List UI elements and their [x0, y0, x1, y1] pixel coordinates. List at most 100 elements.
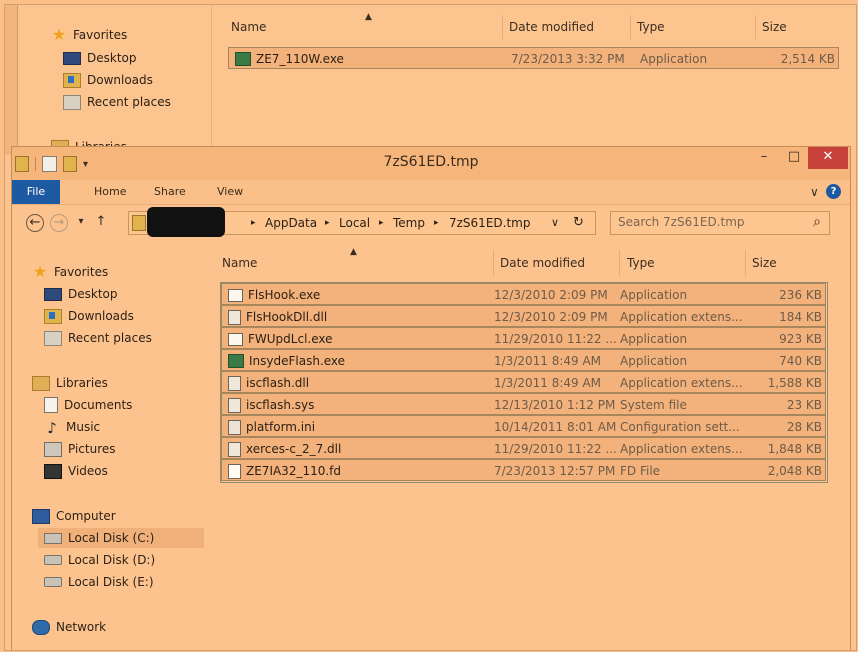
file-name-cell: iscflash.sys [228, 394, 314, 416]
sort-ascending-icon: ▲ [350, 247, 357, 257]
file-type: Application extens... [620, 376, 743, 390]
breadcrumb-current-folder[interactable]: 7zS61ED.tmp [449, 212, 530, 234]
file-date: 11/29/2010 11:22 ... [494, 442, 617, 456]
file-size: 2,048 KB [767, 464, 822, 478]
table-row[interactable]: FWUpdLcl.exe 11/29/2010 11:22 ... Applic… [221, 327, 826, 349]
file-type: Application [620, 288, 688, 302]
breadcrumb-appdata[interactable]: AppData [265, 212, 317, 234]
nav-item-videos[interactable]: Videos [44, 461, 108, 481]
help-icon[interactable]: ? [826, 184, 841, 199]
title-bar[interactable]: ▾ 7zS61ED.tmp – □ ✕ [12, 147, 850, 180]
up-button[interactable]: ↑ [92, 214, 110, 232]
background-explorer-window: ★ Favorites Desktop Downloads Recent pla… [5, 5, 856, 155]
nav-item-recent-places[interactable]: Recent places [44, 328, 152, 348]
nav-item-music[interactable]: ♪ Music [44, 417, 100, 437]
nav-item-local-disk-d[interactable]: Local Disk (D:) [44, 550, 155, 570]
photo-frame: ★ Favorites Desktop Downloads Recent pla… [0, 0, 858, 652]
file-name-cell: xerces-c_2_7.dll [228, 438, 341, 460]
back-nav-favorites[interactable]: ★ Favorites [51, 25, 127, 45]
address-bar-row: ← → ▾ ↑ ▸ AppData ▸ Local ▸ Temp ▸ 7zS61… [12, 205, 850, 241]
search-icon[interactable]: ⌕ [813, 214, 821, 230]
breadcrumb-separator: ▸ [325, 218, 330, 228]
system-drive-icon [44, 532, 62, 544]
navigation-pane: ★ Favorites Desktop Downloads Recent pla… [12, 242, 212, 650]
file-type: Application [640, 52, 708, 66]
table-row[interactable]: FlsHook.exe 12/3/2010 2:09 PM Applicatio… [221, 283, 826, 305]
table-row[interactable]: iscflash.dll 1/3/2011 8:49 AM Applicatio… [221, 371, 826, 393]
nav-item-favorites[interactable]: ★ Favorites [32, 262, 108, 282]
address-dropdown-icon[interactable]: ∨ [551, 212, 559, 234]
dll-gear-icon [228, 309, 241, 325]
file-date: 7/23/2013 3:32 PM [511, 52, 625, 66]
table-row[interactable]: InsydeFlash.exe 1/3/2011 8:49 AM Applica… [221, 349, 826, 371]
music-icon: ♪ [47, 418, 57, 437]
table-row[interactable]: FlsHookDll.dll 12/3/2010 2:09 PM Applica… [221, 305, 826, 327]
column-header-type[interactable]: Type [627, 253, 655, 273]
flash-exe-icon [228, 354, 244, 368]
expand-ribbon-icon[interactable]: ∨ [810, 180, 819, 204]
back-nav-desktop[interactable]: Desktop [63, 48, 137, 68]
back-file-row[interactable]: ZE7_110W.exe 7/23/2013 3:32 PM Applicati… [228, 47, 839, 69]
table-row[interactable]: xerces-c_2_7.dll 11/29/2010 11:22 ... Ap… [221, 437, 826, 459]
file-type: Configuration sett... [620, 420, 740, 434]
address-bar[interactable]: ▸ AppData ▸ Local ▸ Temp ▸ 7zS61ED.tmp ∨… [128, 207, 596, 237]
file-name-cell: FlsHook.exe [228, 284, 320, 306]
back-nav-downloads[interactable]: Downloads [63, 70, 153, 90]
file-date: 12/3/2010 2:09 PM [494, 310, 608, 324]
nav-item-desktop[interactable]: Desktop [44, 284, 118, 304]
tab-home[interactable]: Home [94, 180, 126, 204]
file-name-cell: ZE7_110W.exe [235, 48, 344, 70]
breadcrumb-local[interactable]: Local [339, 212, 370, 234]
tab-file[interactable]: File [12, 180, 60, 204]
nav-item-label: Local Disk (C:) [68, 531, 155, 545]
file-date: 1/3/2011 8:49 AM [494, 354, 602, 368]
nav-item-libraries[interactable]: Libraries [32, 373, 108, 393]
nav-item-downloads[interactable]: Downloads [44, 306, 134, 326]
table-row[interactable]: iscflash.sys 12/13/2010 1:12 PM System f… [221, 393, 826, 415]
search-box[interactable]: Search 7zS61ED.tmp ⌕ [610, 211, 830, 235]
search-input[interactable]: Search 7zS61ED.tmp [618, 215, 745, 229]
column-header-size[interactable]: Size [752, 253, 777, 273]
file-name-cell: InsydeFlash.exe [228, 350, 345, 372]
nav-item-computer[interactable]: Computer [32, 506, 116, 526]
forward-button[interactable]: → [50, 214, 68, 232]
back-nav-label: Downloads [87, 73, 153, 87]
nav-item-network[interactable]: Network [32, 617, 106, 637]
column-divider [493, 250, 494, 276]
nav-item-documents[interactable]: Documents [44, 395, 132, 415]
ribbon: File Home Share View ∨ ? [12, 180, 850, 205]
recent-locations-button[interactable]: ▾ [72, 214, 90, 232]
refresh-icon[interactable]: ↻ [573, 212, 584, 234]
file-size: 236 KB [779, 288, 822, 302]
screen-photo: ★ Favorites Desktop Downloads Recent pla… [4, 4, 857, 651]
column-header-date[interactable]: Date modified [500, 253, 585, 273]
documents-icon [44, 397, 58, 413]
close-button[interactable]: ✕ [808, 147, 848, 169]
tab-view[interactable]: View [217, 180, 243, 204]
minimize-button[interactable]: – [750, 147, 778, 169]
back-column-type[interactable]: Type [637, 17, 665, 37]
table-row[interactable]: platform.ini 10/14/2011 8:01 AM Configur… [221, 415, 826, 437]
file-name: FWUpdLcl.exe [248, 332, 333, 346]
folder-icon [132, 215, 146, 231]
nav-item-local-disk-e[interactable]: Local Disk (E:) [44, 572, 154, 592]
back-column-name[interactable]: Name [231, 17, 266, 37]
maximize-button[interactable]: □ [780, 147, 808, 169]
back-column-size[interactable]: Size [762, 17, 787, 37]
breadcrumb-temp[interactable]: Temp [393, 212, 425, 234]
file-date: 11/29/2010 11:22 ... [494, 332, 617, 346]
nav-item-pictures[interactable]: Pictures [44, 439, 116, 459]
back-nav-recent-places[interactable]: Recent places [63, 92, 171, 112]
file-name: xerces-c_2_7.dll [246, 442, 342, 456]
desktop-icon [63, 51, 81, 65]
table-row[interactable]: ZE7IA32_110.fd 7/23/2013 12:57 PM FD Fil… [221, 459, 826, 481]
back-button[interactable]: ← [26, 214, 44, 232]
videos-icon [44, 463, 62, 479]
file-name: FlsHookDll.dll [246, 310, 328, 324]
tab-share[interactable]: Share [154, 180, 186, 204]
star-icon: ★ [32, 262, 48, 281]
column-header-name[interactable]: Name [222, 253, 257, 273]
window-title: 7zS61ED.tmp [383, 154, 479, 170]
nav-item-local-disk-c[interactable]: Local Disk (C:) [38, 528, 204, 548]
back-column-date[interactable]: Date modified [509, 17, 594, 37]
